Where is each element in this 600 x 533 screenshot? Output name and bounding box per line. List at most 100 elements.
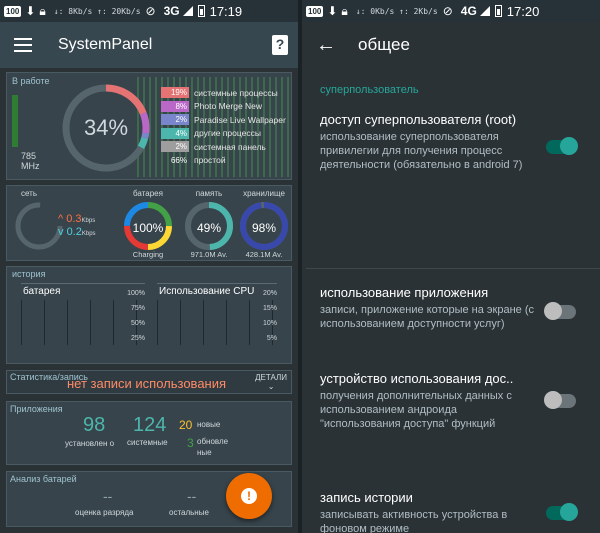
battery-icon [197, 5, 205, 17]
battery-history-title: батарея [23, 286, 61, 297]
process-list: 19% системные процессы 8% Photo Merge New 2%… [161, 86, 286, 167]
pref-title: устройство использования дос.. [320, 371, 514, 386]
network-speed-text: ↓: 0Kb/s ↑: 2Kb/s [355, 6, 438, 16]
new-label: новые [197, 420, 221, 429]
details-button[interactable]: ДЕТАЛИ ⌄ [255, 373, 287, 391]
pref-summary: записи, приложение которые на экране (с … [320, 304, 535, 330]
battery-history-ticks: 100% 75% 50% 25% [127, 290, 145, 342]
battery-analysis-label: Анализ батарей [10, 474, 77, 484]
upload-speed: ^ 0.3Kbps [58, 213, 96, 225]
signal-icon [182, 6, 193, 16]
remaining-label: остальные [169, 508, 209, 517]
app-title: SystemPanel [58, 36, 153, 53]
apps-label: Приложения [10, 404, 63, 414]
section-header-superuser: суперпользователь [320, 84, 419, 96]
history-card[interactable]: история батарея 100% 75% 50% 25% Использова… [6, 266, 292, 364]
cpu-history-chart: Использование CPU 20% 15% 10% 5% [157, 283, 277, 345]
discharge-rating-label: оценка разряда [75, 508, 134, 517]
network-label: сеть [20, 189, 37, 198]
signal-icon [479, 6, 490, 16]
back-arrow-icon[interactable]: ← [316, 34, 336, 57]
usage-access-toggle[interactable] [544, 391, 576, 409]
process-percent: 8% [161, 100, 189, 112]
cpu-history-grid [157, 300, 277, 345]
network-speed-text: ↓: 8Kb/s ↑: 20Kb/s [53, 6, 141, 16]
battery-percent-badge: 100 [306, 5, 324, 17]
working-label: В работе [12, 76, 50, 86]
app-bar-right: ← общее [302, 22, 600, 68]
pref-summary: использование суперпользователя привилег… [320, 131, 523, 171]
status-bar-left: 100 ⬇ 🔒︎ ↓: 8Kb/s ↑: 20Kb/s ⊘ 3G 17:19 [0, 0, 298, 22]
download-icon: ⬇ [327, 4, 338, 18]
resource-gauges-card[interactable]: сеть ^ 0.3Kbps v 0.2Kbps батарея 100% Ch… [6, 185, 292, 261]
history-record-toggle[interactable] [546, 503, 578, 521]
cpu-frequency-bar [12, 95, 18, 147]
history-label: история [12, 269, 46, 279]
process-name: системные процессы [194, 87, 278, 98]
download-speed: v 0.2Kbps [58, 226, 96, 238]
network-type: 3G [163, 4, 180, 18]
pref-title: запись истории [320, 490, 413, 505]
battery-value: 100% [132, 221, 164, 235]
pref-app-usage[interactable]: использование приложения записи, приложе… [320, 285, 540, 331]
chevron-down-icon: ⌄ [267, 382, 275, 391]
divider [306, 268, 600, 269]
app-bar-left: SystemPanel ? [0, 22, 298, 68]
alert-icon: ! [241, 488, 257, 504]
battery-icon [494, 5, 502, 17]
storage-label: хранилище [243, 189, 285, 198]
pref-summary: получения дополнительных данных с исполь… [320, 390, 512, 430]
memory-label: память [195, 189, 223, 198]
process-row: 66% простой [161, 154, 286, 168]
cpu-working-card[interactable]: В работе 785 MHz 34% 19% системные процесс… [6, 72, 292, 180]
app-usage-toggle[interactable] [544, 302, 576, 320]
menu-icon[interactable] [14, 38, 32, 52]
lock-icon: 🔒︎ [341, 3, 348, 18]
no-sim-icon: ⊘ [145, 4, 156, 18]
installed-label: установлен о [65, 439, 115, 448]
cpu-history-title: Использование CPU [159, 286, 255, 297]
cpu-percent: 34% [83, 115, 129, 140]
battery-percent-badge: 100 [4, 5, 22, 17]
installed-count: 98 [83, 414, 106, 436]
process-name: Photo Merge New [194, 101, 263, 112]
process-row: 2% системная панель [161, 140, 286, 154]
root-access-toggle[interactable] [546, 137, 578, 155]
pref-history-record[interactable]: запись истории записывать активность уст… [320, 490, 540, 533]
download-icon: ⬇ [25, 4, 36, 18]
settings-title: общее [358, 35, 410, 54]
battery-history-chart: батарея 100% 75% 50% 25% [21, 283, 145, 345]
pref-title: доступ суперпользователя (root) [320, 112, 517, 127]
process-name: системная панель [194, 141, 266, 152]
cpu-frequency: 785 MHz [21, 151, 40, 171]
pref-root-access[interactable]: доступ суперпользователя (root) использо… [320, 112, 540, 172]
process-row: 2% Paradise Live Wallpaper [161, 113, 286, 127]
battery-label: батарея [133, 189, 163, 198]
system-count: 124 [133, 414, 167, 436]
clock: 17:20 [506, 3, 540, 19]
process-percent: 4% [161, 127, 189, 139]
process-name: Paradise Live Wallpaper [194, 114, 286, 125]
updated-count: 3 [187, 436, 194, 450]
memory-value: 49% [196, 221, 222, 235]
apps-card[interactable]: Приложения 98 установлен о 124 системные… [6, 401, 292, 465]
remaining-value: -- [187, 488, 197, 504]
clock: 17:19 [209, 3, 243, 19]
discharge-rating-value: -- [103, 488, 113, 504]
process-percent: 2% [161, 141, 189, 153]
process-percent: 66% [170, 155, 187, 165]
process-percent: 19% [161, 87, 189, 99]
battery-status: Charging [132, 250, 164, 259]
process-row: 19% системные процессы [161, 86, 286, 100]
pref-title: использование приложения [320, 285, 489, 300]
system-label: системные [127, 438, 168, 447]
stats-empty-message: нет записи использования [67, 376, 227, 391]
process-percent: 2% [161, 114, 189, 126]
alert-fab-button[interactable]: ! [226, 473, 272, 519]
process-name: другие процессы [194, 128, 261, 139]
process-row: 4% другие процессы [161, 127, 286, 141]
stats-card[interactable]: Статистика/запись нет записи использован… [6, 370, 292, 394]
pref-usage-access[interactable]: устройство использования дос.. получения… [320, 371, 540, 431]
help-icon[interactable]: ? [272, 35, 288, 55]
cpu-history-ticks: 20% 15% 10% 5% [262, 290, 277, 342]
